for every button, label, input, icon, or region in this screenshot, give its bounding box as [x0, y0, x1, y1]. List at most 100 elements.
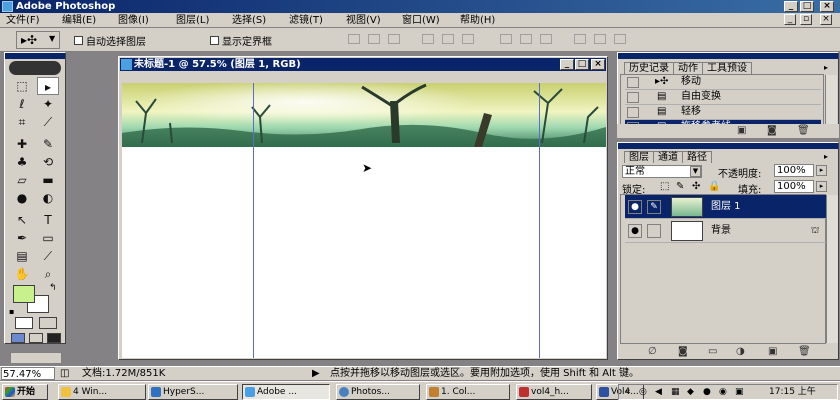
- distribute-left-icon[interactable]: [574, 34, 586, 44]
- blur-tool-icon[interactable]: ●: [11, 189, 33, 207]
- tab-history[interactable]: 历史记录: [624, 62, 674, 74]
- shape-tool-icon[interactable]: ▭: [37, 229, 59, 247]
- align-top-icon[interactable]: [348, 34, 360, 44]
- zoom-tool-icon[interactable]: ⌕: [37, 265, 59, 283]
- menu-view[interactable]: 视图(V): [346, 14, 381, 27]
- minimize-button[interactable]: _: [784, 1, 798, 12]
- pen-tool-icon[interactable]: ✒: [11, 229, 33, 247]
- eraser-tool-icon[interactable]: ▱: [11, 171, 33, 189]
- layer-row[interactable]: ● ✎ 图层 1: [625, 195, 831, 219]
- jump-to-imageready-button[interactable]: [10, 352, 62, 364]
- tray-collapse-icon[interactable]: «: [625, 385, 631, 399]
- align-hcenter-icon[interactable]: [442, 34, 454, 44]
- history-snapshot-box[interactable]: [627, 92, 639, 103]
- healing-brush-tool-icon[interactable]: ✚: [11, 135, 33, 153]
- doc-minimize-button[interactable]: _: [784, 14, 796, 25]
- lock-position-icon[interactable]: ✣: [692, 181, 700, 192]
- doc-window-close-button[interactable]: ×: [591, 59, 605, 70]
- dodge-tool-icon[interactable]: ◐: [37, 189, 59, 207]
- doc-restore-button[interactable]: ▫: [800, 14, 812, 25]
- layers-scrollbar[interactable]: [826, 195, 838, 343]
- volume-icon[interactable]: ◀: [655, 385, 662, 399]
- status-menu-arrow-icon[interactable]: ▶: [312, 367, 320, 380]
- menu-select[interactable]: 选择(S): [232, 14, 266, 27]
- chevron-down-icon[interactable]: ▼: [690, 166, 701, 177]
- network-icon[interactable]: ◎: [639, 385, 647, 399]
- fill-input[interactable]: 100%: [774, 180, 814, 193]
- list-item[interactable]: ▤ 自由变换: [625, 90, 821, 105]
- opacity-input[interactable]: 100%: [774, 164, 814, 177]
- maximize-button[interactable]: □: [800, 1, 814, 12]
- align-left-icon[interactable]: [422, 34, 434, 44]
- layer-row[interactable]: ● 背景 ⛫: [625, 219, 831, 243]
- type-tool-icon[interactable]: T: [37, 211, 59, 229]
- zoom-level-field[interactable]: 57.47%: [1, 367, 55, 380]
- marquee-tool-icon[interactable]: ⬚: [11, 77, 33, 95]
- magic-wand-tool-icon[interactable]: ✦: [37, 95, 59, 113]
- new-layer-icon[interactable]: ▣: [768, 346, 777, 357]
- new-snapshot-icon[interactable]: ◙: [767, 125, 777, 136]
- menu-edit[interactable]: 编辑(E): [62, 14, 96, 27]
- distribute-right-icon[interactable]: [614, 34, 626, 44]
- crop-tool-icon[interactable]: ⌗: [11, 113, 33, 131]
- tab-actions[interactable]: 动作: [673, 62, 703, 74]
- taskbar-item[interactable]: 4 Win...: [58, 384, 146, 400]
- tab-channels[interactable]: 通道: [653, 151, 683, 163]
- menu-image[interactable]: 图像(I): [118, 14, 149, 27]
- list-item[interactable]: ▸✣ 移动: [625, 75, 821, 90]
- quick-mask-mode-icon[interactable]: [39, 317, 57, 329]
- lasso-tool-icon[interactable]: ℓ: [11, 95, 33, 113]
- tray-app-icon[interactable]: ●: [703, 385, 711, 399]
- link-box[interactable]: [647, 224, 661, 238]
- start-button[interactable]: 开始: [2, 384, 48, 400]
- tray-app-icon[interactable]: ▣: [735, 385, 744, 399]
- default-colors-icon[interactable]: ▪: [9, 307, 14, 316]
- standard-screen-mode-icon[interactable]: [11, 333, 25, 343]
- new-document-from-state-icon[interactable]: ▣: [737, 125, 746, 136]
- panel-menu-icon[interactable]: ▸: [824, 63, 828, 72]
- menu-help[interactable]: 帮助(H): [460, 14, 495, 27]
- swap-colors-icon[interactable]: ↰: [49, 283, 57, 293]
- list-item[interactable]: ▤ 轻移: [625, 105, 821, 120]
- doc-close-button[interactable]: ×: [820, 14, 832, 25]
- path-selection-tool-icon[interactable]: ↖: [11, 211, 33, 229]
- taskbar-item[interactable]: vol4_h...: [516, 384, 592, 400]
- adobe-online-logo[interactable]: [9, 61, 61, 75]
- eyedropper-tool-icon[interactable]: ⟋: [37, 247, 59, 265]
- trash-icon[interactable]: 🗑: [798, 346, 811, 357]
- taskbar-item[interactable]: 1. Col...: [426, 384, 510, 400]
- adjustment-layer-icon[interactable]: ◑: [736, 346, 745, 357]
- gradient-tool-icon[interactable]: ▬: [37, 171, 59, 189]
- distribute-hcenter-icon[interactable]: [594, 34, 606, 44]
- menu-layer[interactable]: 图层(L): [176, 14, 209, 27]
- lock-pixels-icon[interactable]: ✎: [676, 181, 684, 192]
- fill-slider-button[interactable]: ▸: [816, 181, 827, 192]
- full-screen-menu-mode-icon[interactable]: [29, 333, 43, 343]
- clock[interactable]: 17:15 上午: [769, 385, 816, 399]
- taskbar-item[interactable]: Photos...: [336, 384, 420, 400]
- close-button[interactable]: ×: [820, 1, 834, 12]
- show-bounds-checkbox[interactable]: [210, 36, 219, 45]
- new-set-icon[interactable]: ▭: [708, 346, 717, 357]
- tool-preset-picker[interactable]: ▸✣ ▼: [16, 31, 60, 49]
- tab-layers[interactable]: 图层: [624, 151, 654, 163]
- align-right-icon[interactable]: [462, 34, 474, 44]
- input-method-icon[interactable]: ▦: [671, 385, 680, 399]
- doc-window-minimize-button[interactable]: _: [560, 59, 574, 70]
- lock-transparency-icon[interactable]: ⬚: [660, 181, 669, 192]
- distribute-bottom-icon[interactable]: [540, 34, 552, 44]
- opacity-slider-button[interactable]: ▸: [816, 165, 827, 176]
- standard-mode-icon[interactable]: [15, 317, 33, 329]
- align-bottom-icon[interactable]: [388, 34, 400, 44]
- add-mask-icon[interactable]: ◙: [678, 346, 688, 357]
- taskbar-item[interactable]: HyperS...: [148, 384, 238, 400]
- foreground-color-swatch[interactable]: [13, 285, 35, 303]
- slice-tool-icon[interactable]: ⟋: [37, 113, 59, 131]
- doc-window-maximize-button[interactable]: □: [575, 59, 589, 70]
- move-tool-icon[interactable]: ▸: [37, 77, 59, 95]
- auto-select-layer-checkbox[interactable]: [74, 36, 83, 45]
- hand-tool-icon[interactable]: ✋: [11, 265, 33, 283]
- tab-tool-presets[interactable]: 工具预设: [702, 62, 752, 74]
- tray-app-icon[interactable]: ◆: [687, 385, 694, 399]
- distribute-vcenter-icon[interactable]: [520, 34, 532, 44]
